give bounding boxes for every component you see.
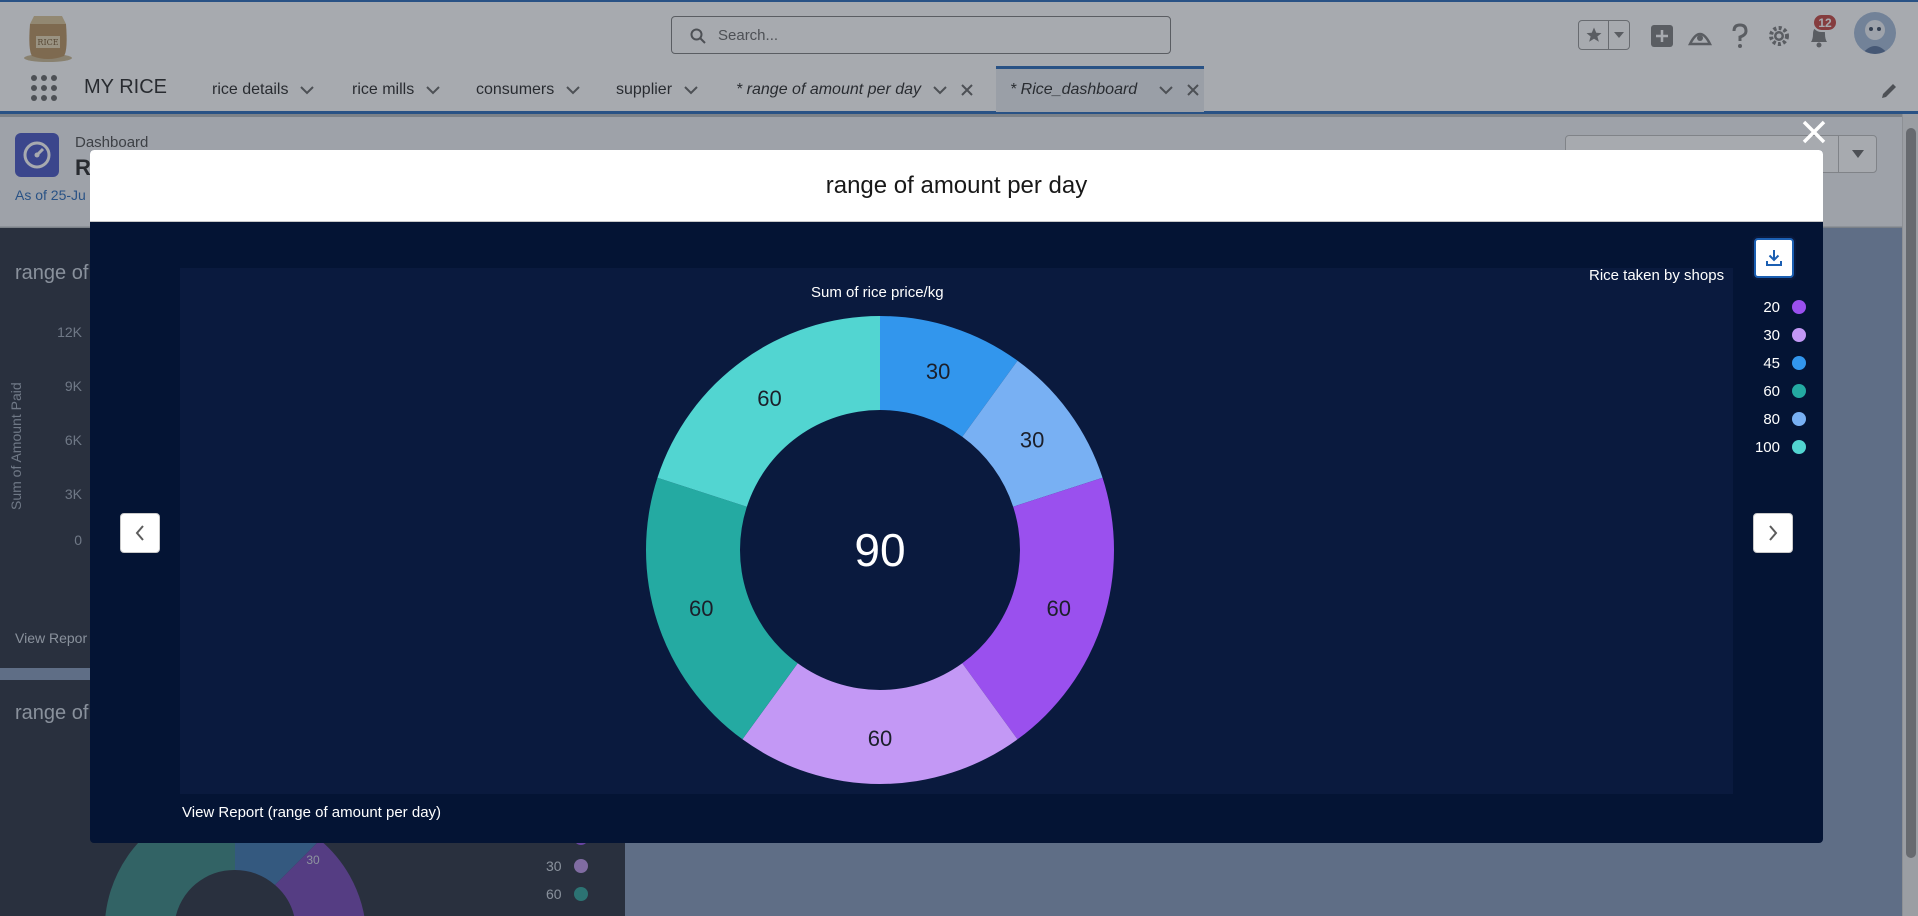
donut-slice-value-label: 60	[1047, 596, 1071, 621]
legend-item-45[interactable]: 45	[1630, 353, 1814, 373]
donut-slice-100[interactable]	[657, 316, 880, 507]
donut-slice-value-label: 30	[926, 359, 950, 384]
close-modal-icon[interactable]	[1797, 115, 1831, 149]
chevron-left-icon	[135, 525, 144, 541]
legend-swatch	[1792, 440, 1806, 454]
chart-subtitle: Sum of rice price/kg	[811, 284, 944, 301]
legend-swatch	[1792, 356, 1806, 370]
legend-label: 100	[1754, 438, 1780, 456]
legend-label: 30	[1763, 326, 1780, 344]
legend-swatch	[1792, 384, 1806, 398]
donut-slice-value-label: 60	[689, 596, 713, 621]
next-chart-button[interactable]	[1753, 513, 1793, 553]
donut-slice-value-label: 60	[868, 726, 892, 751]
legend-swatch	[1792, 328, 1806, 342]
legend-item-60[interactable]: 60	[1630, 381, 1814, 401]
legend-item-80[interactable]: 80	[1630, 409, 1814, 429]
legend-swatch	[1792, 300, 1806, 314]
donut-chart: 30 30 60 60 60 60 90	[646, 316, 1115, 785]
download-icon	[1766, 250, 1782, 266]
legend-item-30[interactable]: 30	[1630, 325, 1814, 345]
legend-swatch	[1792, 412, 1806, 426]
legend-label: 60	[1763, 382, 1780, 400]
legend-label: 45	[1763, 354, 1780, 372]
chevron-right-icon	[1769, 525, 1778, 541]
donut-center-total: 90	[854, 524, 905, 576]
legend-label: 20	[1763, 298, 1780, 316]
chart-modal: range of amount per day 30 30 60 60 60 60 90 S…	[90, 150, 1823, 843]
view-report-link[interactable]: View Report (range of amount per day)	[182, 804, 441, 821]
download-button[interactable]	[1754, 238, 1794, 278]
previous-chart-button[interactable]	[120, 513, 160, 553]
donut-slice-value-label: 60	[757, 386, 781, 411]
legend-item-100[interactable]: 100	[1630, 437, 1814, 457]
legend-item-20[interactable]: 20	[1630, 297, 1814, 317]
donut-slice-value-label: 30	[1020, 427, 1044, 452]
legend-label: 80	[1763, 410, 1780, 428]
legend-title: Rice taken by shops	[1589, 267, 1725, 284]
